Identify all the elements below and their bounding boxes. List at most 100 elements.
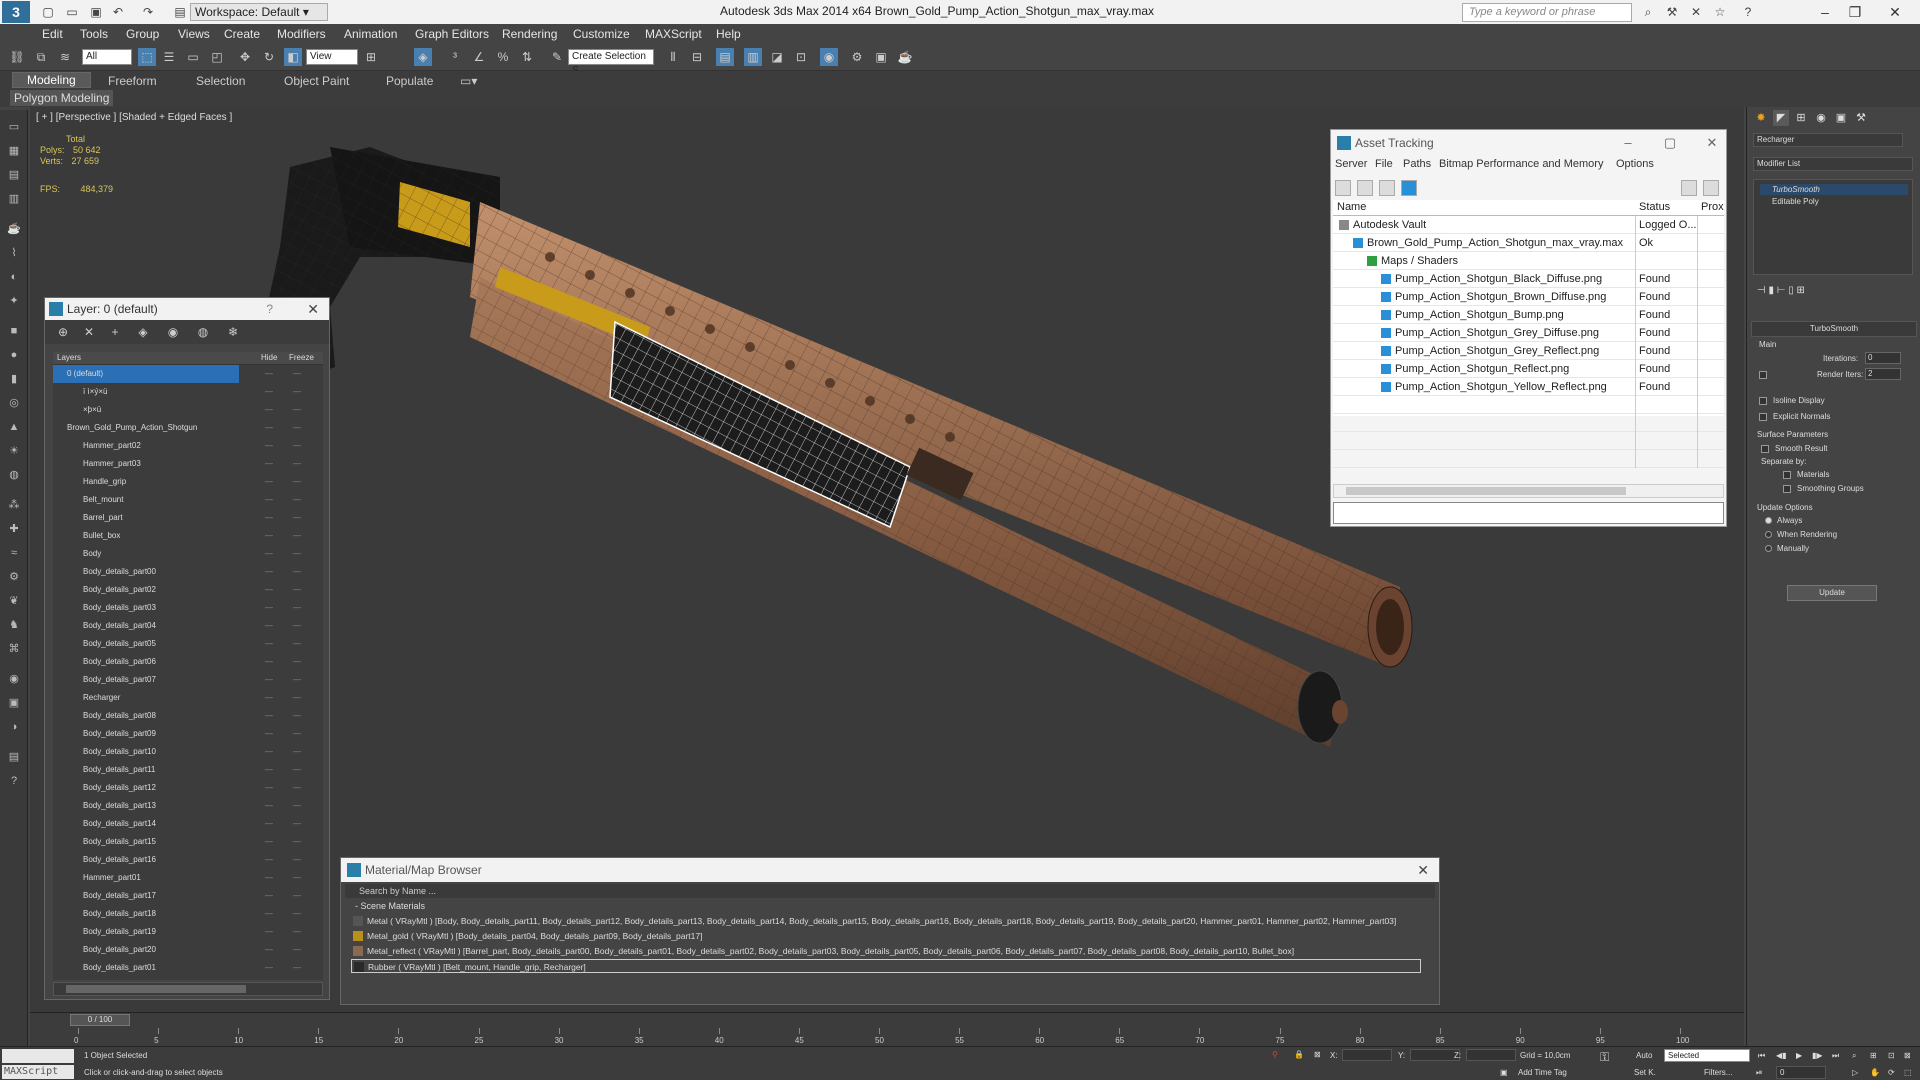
layer-freeze-toggle[interactable]: —	[293, 437, 301, 455]
modifier-list-dropdown[interactable]: Modifier List	[1753, 157, 1913, 171]
layer-hide-toggle[interactable]: —	[265, 815, 273, 833]
layer-hide-toggle[interactable]: —	[265, 455, 273, 473]
layer-freeze-toggle[interactable]: —	[293, 869, 301, 887]
layer-hide-toggle[interactable]: —	[265, 635, 273, 653]
layer-help-button[interactable]: ?	[266, 298, 273, 320]
systems-icon[interactable]: ⚙	[5, 568, 23, 586]
layer-row[interactable]: Body_details_part15 — —	[53, 833, 323, 851]
scale-icon[interactable]: ◧	[284, 48, 302, 66]
layer-hide-toggle[interactable]: —	[265, 887, 273, 905]
layer-row[interactable]: Body_details_part01 — —	[53, 959, 323, 977]
layer-hide-toggle[interactable]: —	[265, 383, 273, 401]
material-row[interactable]: Metal ( VRayMtl ) [Body, Body_details_pa…	[351, 914, 1421, 928]
layer-row[interactable]: Body_details_part12 — —	[53, 779, 323, 797]
layer-close-icon[interactable]: ✕	[307, 298, 319, 320]
layer-row[interactable]: Barrel_part — —	[53, 509, 323, 527]
layer-row[interactable]: 0 (default) — —	[53, 365, 301, 383]
geosphere-icon[interactable]: ◍	[5, 466, 23, 484]
menu-modifiers[interactable]: Modifiers	[277, 27, 326, 41]
layer-hide-toggle[interactable]: —	[265, 941, 273, 959]
binoculars-icon[interactable]: ⌕	[1640, 4, 1656, 20]
help-icon[interactable]: ?	[1740, 4, 1756, 20]
menu-edit[interactable]: Edit	[42, 27, 63, 41]
layer-row[interactable]: Body_details_part20 — —	[53, 941, 323, 959]
layer-freeze-toggle[interactable]: —	[293, 401, 301, 419]
layer-hide-toggle[interactable]: —	[265, 563, 273, 581]
leaf-icon[interactable]: ❦	[5, 592, 23, 610]
layer-freeze-toggle[interactable]: —	[293, 671, 301, 689]
layer-row[interactable]: Recharger — —	[53, 689, 323, 707]
layer-hide-toggle[interactable]: —	[265, 959, 273, 977]
layer-row[interactable]: Body_details_part00 — —	[53, 563, 323, 581]
hair-icon[interactable]: ⌘	[5, 640, 23, 658]
time-slider-thumb[interactable]: 0 / 100	[70, 1014, 130, 1026]
color-picker-icon[interactable]: ◑	[5, 718, 23, 736]
layer-row[interactable]: Body_details_part04 — —	[53, 617, 323, 635]
layer-freeze-toggle[interactable]: —	[293, 905, 301, 923]
layer-freeze-toggle[interactable]: —	[293, 509, 301, 527]
biped-icon[interactable]: ♞	[5, 616, 23, 634]
layer-freeze-toggle[interactable]: —	[293, 455, 301, 473]
object-name-field[interactable]: Recharger	[1753, 133, 1903, 147]
material-search-input[interactable]: Search by Name ...	[345, 884, 1435, 898]
layer-hide-toggle[interactable]: —	[265, 905, 273, 923]
torus-icon[interactable]: ◎	[5, 394, 23, 412]
layer-hide-toggle[interactable]: —	[265, 851, 273, 869]
layer-freeze-toggle[interactable]: —	[293, 581, 301, 599]
communication-icon[interactable]: ✕	[1688, 4, 1704, 20]
layer-freeze-toggle[interactable]: —	[293, 635, 301, 653]
select-in-layer-icon[interactable]: ◈	[135, 324, 151, 340]
pivot-center-icon[interactable]: ⊞	[362, 48, 380, 66]
layer-hide-toggle[interactable]: —	[265, 491, 273, 509]
zoom-extents-all-icon[interactable]: ⊠	[1904, 1051, 1911, 1060]
stack-item-editable-poly[interactable]: Editable Poly	[1760, 196, 1908, 207]
iterations-spinner[interactable]: 0	[1865, 352, 1901, 364]
create-tab-icon[interactable]: ✸	[1753, 110, 1769, 126]
rectangular-selection-icon[interactable]: ▭	[184, 48, 202, 66]
pin-stack-icon[interactable]: ⊣ ▮ ⊢ ▯ ⊞	[1757, 285, 1805, 296]
grid-view-icon[interactable]	[1401, 180, 1417, 196]
layer-hide-toggle[interactable]: —	[265, 401, 273, 419]
menu-rendering[interactable]: Rendering	[502, 27, 557, 41]
ribbon-options-icon[interactable]: ▭▾	[460, 74, 477, 88]
maximize-icon[interactable]: ❐	[1840, 2, 1870, 22]
absolute-mode-icon[interactable]: ⊠	[1314, 1050, 1321, 1059]
time-slider[interactable]: 0 / 100	[30, 1012, 1744, 1028]
box-icon[interactable]: ■	[5, 322, 23, 340]
asset-row[interactable]: Pump_Action_Shotgun_Brown_Diffuse.png Fou…	[1333, 288, 1724, 306]
viewport-label[interactable]: [ + ] [Perspective ] [Shaded + Edged Fac…	[36, 112, 232, 123]
update-button[interactable]: Update	[1787, 585, 1877, 601]
hierarchy-tab-icon[interactable]: ⊞	[1793, 110, 1809, 126]
fov-icon[interactable]: ▷	[1852, 1068, 1858, 1077]
layer-freeze-toggle[interactable]: —	[293, 833, 301, 851]
asset-row[interactable]: Pump_Action_Shotgun_Grey_Diffuse.png Foun…	[1333, 324, 1724, 342]
manually-radio[interactable]	[1765, 545, 1772, 552]
layer-row[interactable]: Body_details_part07 — —	[53, 671, 323, 689]
layer-hide-toggle[interactable]: —	[265, 473, 273, 491]
render-iters-spinner[interactable]: 2	[1865, 368, 1901, 380]
key-mode-icon[interactable]: ⏯	[1756, 1068, 1762, 1078]
layer-hide-toggle[interactable]: —	[265, 689, 273, 707]
asset-maximize-icon[interactable]: ▢	[1656, 130, 1684, 156]
turbosmooth-rollout[interactable]: TurboSmooth	[1751, 321, 1917, 337]
asset-scrollbar[interactable]	[1333, 484, 1724, 498]
freeze-all-icon[interactable]: ❄	[225, 324, 241, 340]
layer-hide-toggle[interactable]: —	[265, 743, 273, 761]
lights-icon[interactable]: ✦	[5, 292, 23, 310]
asset-row[interactable]: Pump_Action_Shotgun_Yellow_Reflect.png Fo…	[1333, 378, 1724, 396]
layer-hide-toggle[interactable]: —	[265, 725, 273, 743]
layer-row[interactable]: Body_details_part17 — —	[53, 887, 323, 905]
layer-row[interactable]: Body_details_part05 — —	[53, 635, 323, 653]
play-icon[interactable]: ▶	[1796, 1051, 1802, 1060]
select-manipulate-icon[interactable]: ◈	[414, 48, 432, 66]
table-icon[interactable]	[1379, 180, 1395, 196]
asset-row[interactable]: Pump_Action_Shotgun_Black_Diffuse.png Fou…	[1333, 270, 1724, 288]
align-icon[interactable]: ⊟	[688, 48, 706, 66]
bind-space-warp-icon[interactable]: ≋	[56, 48, 74, 66]
layer-freeze-toggle[interactable]: —	[293, 545, 301, 563]
schematic-view-icon[interactable]: ⊡	[792, 48, 810, 66]
workspace-dropdown[interactable]: Workspace: Default ▾	[190, 3, 328, 21]
rotate-icon[interactable]: ↻	[260, 48, 278, 66]
utilities-tab-icon[interactable]: ⚒	[1853, 110, 1869, 126]
selection-filter-dropdown[interactable]: All	[82, 49, 132, 65]
